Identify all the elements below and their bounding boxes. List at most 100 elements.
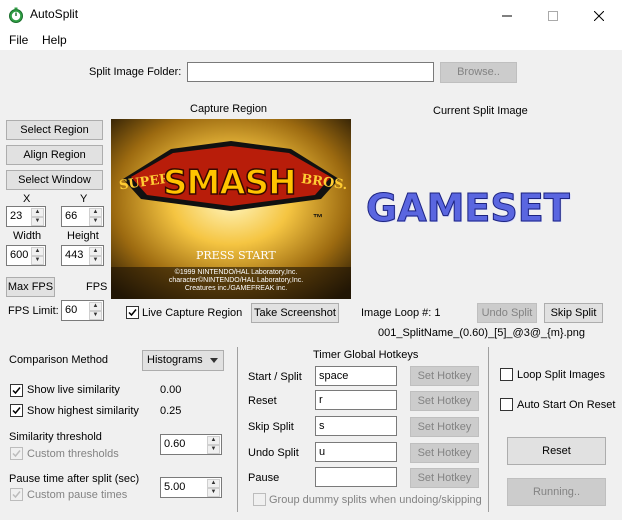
- set-hotkey-start-split-button[interactable]: Set Hotkey: [410, 366, 479, 386]
- separator-left: [237, 347, 238, 512]
- group-dummy-splits-checkbox[interactable]: [253, 493, 266, 506]
- close-icon: [593, 10, 605, 22]
- fps-limit-spinbox[interactable]: 60 ▲ ▼: [61, 300, 104, 321]
- y-down-arrow-icon[interactable]: ▼: [89, 217, 102, 226]
- threshold-spinbox[interactable]: 0.60 ▲ ▼: [160, 434, 222, 455]
- height-down-arrow-icon[interactable]: ▼: [89, 256, 102, 265]
- y-up-arrow-icon[interactable]: ▲: [89, 208, 102, 217]
- select-region-button[interactable]: Select Region: [6, 120, 103, 140]
- custom-pause-times-checkbox[interactable]: [10, 488, 23, 501]
- set-hotkey-reset-button[interactable]: Set Hotkey: [410, 391, 479, 411]
- browse-button[interactable]: Browse..: [440, 62, 517, 83]
- pause-value: 5.00: [164, 481, 186, 493]
- copyright-line-1: ©1999 NINTENDO/HAL Laboratory,Inc.: [174, 269, 298, 276]
- width-up-arrow-icon[interactable]: ▲: [31, 247, 44, 256]
- height-up-arrow-icon[interactable]: ▲: [89, 247, 102, 256]
- capture-preview: SUPER SMASH BROS. ™ PRESS START ©1999 NI…: [111, 119, 351, 299]
- show-highest-similarity-checkbox[interactable]: [10, 404, 23, 417]
- custom-thresholds-checkbox[interactable]: [10, 447, 23, 460]
- current-split-title: Current Split Image: [433, 105, 528, 117]
- menu-file[interactable]: File: [9, 33, 28, 47]
- similarity-threshold-label: Similarity threshold: [9, 431, 102, 443]
- x-value: 23: [10, 210, 23, 222]
- hotkey-undo-split-label: Undo Split: [248, 447, 299, 459]
- set-hotkey-undo-split-button[interactable]: Set Hotkey: [410, 443, 479, 463]
- image-loop-label: Image Loop #: 1: [361, 307, 441, 319]
- hotkey-reset-label: Reset: [248, 395, 277, 407]
- loop-split-images-label: Loop Split Images: [517, 369, 606, 381]
- highest-similarity-value: 0.25: [160, 405, 182, 417]
- x-label: X: [23, 193, 31, 205]
- fps-up-arrow-icon[interactable]: ▲: [89, 302, 102, 311]
- menu-bar: [0, 30, 622, 50]
- pause-up-arrow-icon[interactable]: ▲: [207, 479, 220, 488]
- hotkey-start-split-label: Start / Split: [248, 371, 302, 383]
- auto-start-on-reset-label: Auto Start On Reset: [517, 399, 616, 411]
- loop-split-images-checkbox[interactable]: [500, 368, 513, 381]
- current-split-image: GAMESET: [366, 186, 571, 231]
- capture-region-title: Capture Region: [190, 103, 268, 115]
- max-fps-button[interactable]: Max FPS: [6, 277, 55, 297]
- pause-down-arrow-icon[interactable]: ▼: [207, 488, 220, 497]
- fps-down-arrow-icon[interactable]: ▼: [89, 311, 102, 320]
- hotkey-start-split-input[interactable]: space: [315, 366, 397, 386]
- window-title: AutoSplit: [30, 7, 79, 21]
- comparison-method-dropdown[interactable]: Histograms: [142, 350, 224, 371]
- check-icon: [12, 387, 21, 395]
- y-spinbox[interactable]: 66 ▲ ▼: [61, 206, 104, 227]
- pause-spinbox[interactable]: 5.00 ▲ ▼: [160, 477, 222, 498]
- hotkey-reset-input[interactable]: r: [315, 390, 397, 410]
- custom-pause-times-label: Custom pause times: [27, 489, 128, 501]
- hotkey-skip-split-input[interactable]: s: [315, 416, 397, 436]
- align-region-button[interactable]: Align Region: [6, 145, 103, 165]
- show-live-similarity-checkbox[interactable]: [10, 384, 23, 397]
- live-capture-label: Live Capture Region: [142, 307, 243, 319]
- fps-limit-value: 60: [65, 304, 78, 316]
- hotkeys-title: Timer Global Hotkeys: [313, 349, 419, 361]
- skip-split-button[interactable]: Skip Split: [544, 303, 603, 323]
- separator-right: [488, 347, 489, 512]
- custom-thresholds-label: Custom thresholds: [27, 448, 119, 460]
- copyright-line-3: Creatures inc./GAMEFREAK inc.: [184, 285, 288, 292]
- pause-time-label: Pause time after split (sec): [9, 473, 140, 485]
- check-icon: [12, 491, 21, 499]
- live-capture-checkbox[interactable]: [126, 306, 139, 319]
- chevron-down-icon: [210, 358, 218, 363]
- check-icon: [128, 309, 137, 317]
- width-spinbox[interactable]: 600 ▲ ▼: [6, 245, 46, 266]
- height-value: 443: [65, 249, 84, 261]
- minimize-button[interactable]: [484, 0, 530, 30]
- set-hotkey-pause-button[interactable]: Set Hotkey: [410, 468, 479, 488]
- split-filename: 001_SplitName_(0.60)_[5]_@3@_{m}.png: [378, 327, 586, 339]
- close-button[interactable]: [576, 0, 622, 30]
- fps-label: FPS: [86, 281, 108, 293]
- check-icon: [12, 407, 21, 415]
- x-spinbox[interactable]: 23 ▲ ▼: [6, 206, 46, 227]
- height-label: Height: [67, 230, 99, 242]
- hotkey-pause-input[interactable]: [315, 467, 397, 487]
- running-button[interactable]: Running..: [507, 478, 606, 506]
- split-folder-input[interactable]: [187, 62, 434, 82]
- threshold-up-arrow-icon[interactable]: ▲: [207, 436, 220, 445]
- threshold-value: 0.60: [164, 438, 186, 450]
- select-window-button[interactable]: Select Window: [6, 170, 103, 190]
- minimize-icon: [502, 15, 512, 17]
- group-dummy-splits-label: Group dummy splits when undoing/skipping: [269, 494, 482, 506]
- fps-limit-label: FPS Limit:: [8, 305, 59, 317]
- reset-button[interactable]: Reset: [507, 437, 606, 465]
- take-screenshot-button[interactable]: Take Screenshot: [251, 303, 339, 323]
- width-label: Width: [13, 230, 42, 242]
- undo-split-button[interactable]: Undo Split: [477, 303, 537, 323]
- set-hotkey-skip-split-button[interactable]: Set Hotkey: [410, 417, 479, 437]
- threshold-down-arrow-icon[interactable]: ▼: [207, 445, 220, 454]
- x-down-arrow-icon[interactable]: ▼: [31, 217, 44, 226]
- menu-help[interactable]: Help: [42, 33, 67, 47]
- maximize-button[interactable]: [530, 0, 576, 30]
- copyright-line-2: character©NINTENDO/HAL Laboratory,Inc.: [168, 277, 304, 284]
- x-up-arrow-icon[interactable]: ▲: [31, 208, 44, 217]
- auto-start-on-reset-checkbox[interactable]: [500, 398, 513, 411]
- show-highest-similarity-label: Show highest similarity: [27, 405, 139, 417]
- hotkey-undo-split-input[interactable]: u: [315, 442, 397, 462]
- height-spinbox[interactable]: 443 ▲ ▼: [61, 245, 104, 266]
- width-down-arrow-icon[interactable]: ▼: [31, 256, 44, 265]
